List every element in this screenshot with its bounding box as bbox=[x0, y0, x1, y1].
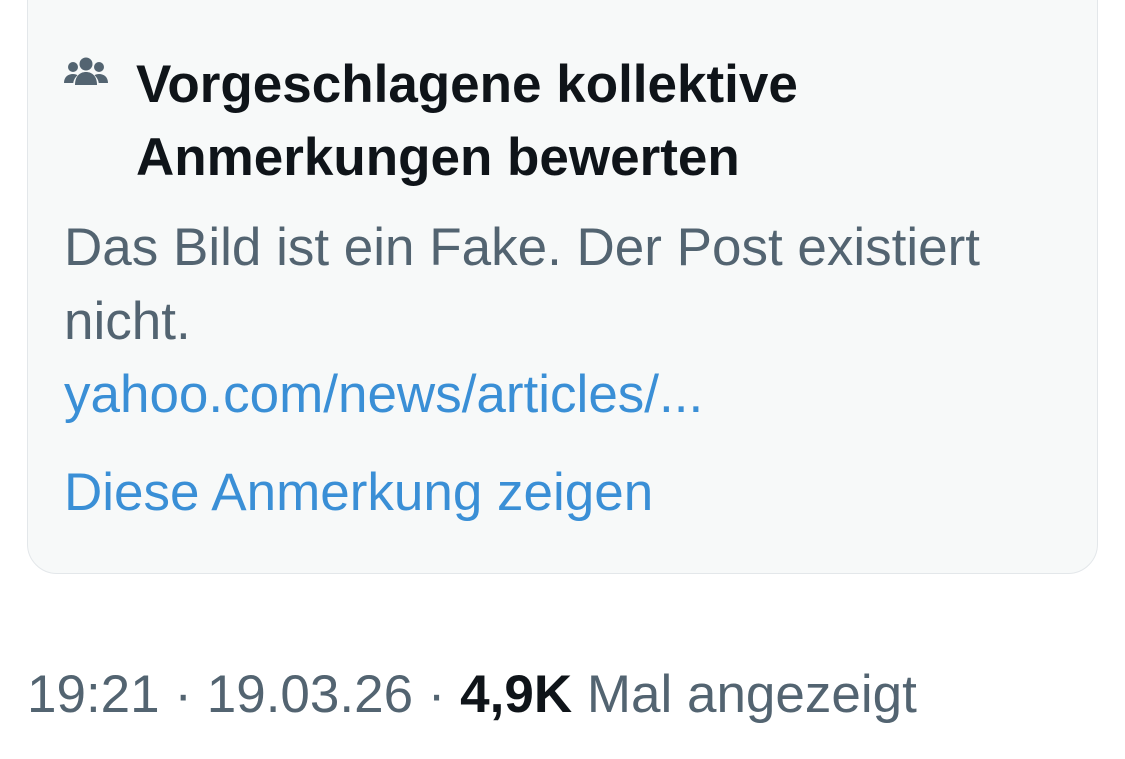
view-count-label: Mal angezeigt bbox=[572, 665, 917, 724]
community-note-title: Vorgeschlagene kollektive Anmerkungen be… bbox=[136, 55, 798, 187]
community-note-header: Vorgeschlagene kollektive Anmerkungen be… bbox=[64, 48, 996, 194]
meta-separator: · bbox=[159, 665, 207, 724]
tweet-meta: 19:21 · 19.03.26 · 4,9K Mal angezeigt bbox=[27, 658, 917, 732]
people-icon bbox=[64, 56, 108, 90]
view-count[interactable]: 4,9K bbox=[460, 665, 572, 724]
tweet-detail: Vorgeschlagene kollektive Anmerkungen be… bbox=[0, 0, 1125, 759]
tweet-date[interactable]: 19.03.26 bbox=[207, 665, 413, 724]
tweet-time[interactable]: 19:21 bbox=[27, 665, 160, 724]
community-note-text: Das Bild ist ein Fake. Der Post existier… bbox=[64, 218, 981, 351]
source-link[interactable]: yahoo.com/news/articles/... bbox=[64, 358, 703, 432]
show-note-button[interactable]: Diese Anmerkung zeigen bbox=[64, 456, 653, 530]
meta-separator: · bbox=[413, 665, 461, 724]
